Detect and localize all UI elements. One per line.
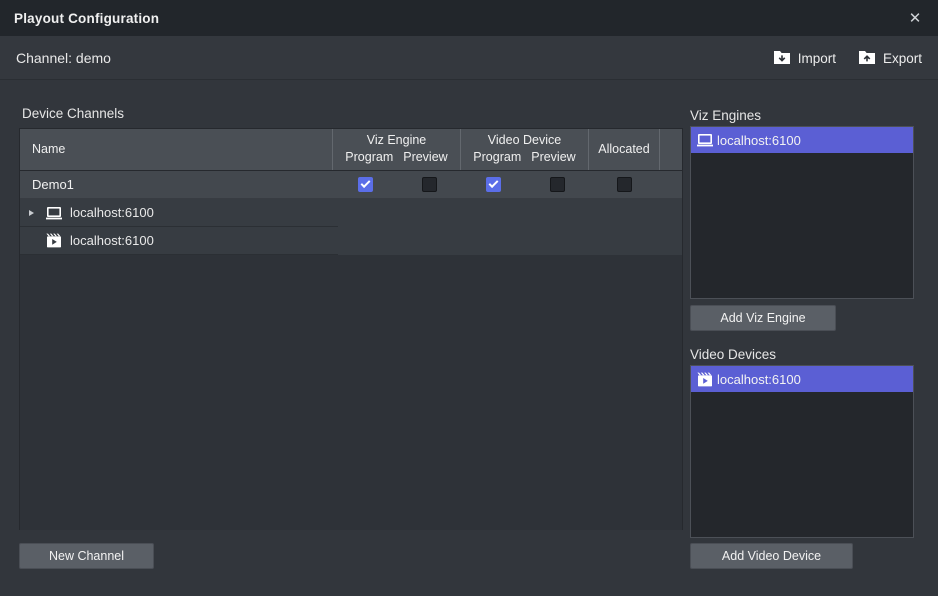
folder-import-icon — [773, 50, 791, 66]
column-header-viz-engine-preview: Preview — [403, 150, 447, 166]
import-button[interactable]: Import — [771, 48, 838, 68]
list-item-label: localhost:6100 — [717, 133, 801, 148]
checkbox-video-device-program[interactable] — [486, 177, 501, 192]
checkbox-video-device-preview[interactable] — [550, 177, 565, 192]
import-button-label: Import — [798, 51, 836, 66]
child-row-label: localhost:6100 — [70, 233, 154, 248]
export-button-label: Export — [883, 51, 922, 66]
window-titlebar: Playout Configuration ✕ — [0, 0, 938, 36]
channel-children: localhost:6100 localhost:6100 — [20, 199, 682, 255]
column-header-viz-engine[interactable]: Viz Engine Program Preview — [333, 129, 461, 170]
device-channels-table: Name Viz Engine Program Preview Video De… — [19, 128, 683, 530]
export-button[interactable]: Export — [856, 48, 924, 68]
column-header-spacer — [660, 129, 682, 170]
close-icon[interactable]: ✕ — [892, 0, 938, 36]
table-row[interactable]: localhost:6100 — [20, 199, 338, 227]
table-row[interactable]: Demo1 — [20, 171, 682, 199]
table-body: Demo1 — [20, 171, 682, 530]
add-video-device-button[interactable]: Add Video Device — [690, 543, 853, 569]
checkbox-viz-engine-preview[interactable] — [422, 177, 437, 192]
column-header-video-device-program: Program — [473, 150, 521, 166]
chevron-right-icon[interactable] — [20, 210, 42, 216]
channel-name-label: Channel: demo — [16, 50, 111, 66]
table-row[interactable]: localhost:6100 — [20, 227, 338, 255]
channel-row-name: Demo1 — [20, 177, 333, 192]
playout-configuration-dialog: Playout Configuration ✕ Channel: demo Im… — [0, 0, 938, 596]
video-device-clapperboard-icon — [42, 233, 66, 248]
checkbox-allocated[interactable] — [617, 177, 632, 192]
viz-engines-list[interactable]: localhost:6100 — [690, 126, 914, 299]
video-devices-list[interactable]: localhost:6100 — [690, 365, 914, 538]
cell-viz-engine-program — [333, 177, 397, 192]
checkbox-viz-engine-program[interactable] — [358, 177, 373, 192]
list-item[interactable]: localhost:6100 — [691, 366, 913, 392]
viz-engine-monitor-icon — [42, 206, 66, 220]
video-device-clapperboard-icon — [697, 372, 717, 387]
viz-engines-section-label: Viz Engines — [690, 108, 761, 123]
viz-engine-monitor-icon — [697, 133, 717, 147]
list-item-label: localhost:6100 — [717, 372, 801, 387]
cell-video-device-program — [461, 177, 525, 192]
column-header-video-device-title: Video Device — [488, 133, 561, 149]
add-viz-engine-button[interactable]: Add Viz Engine — [690, 305, 836, 331]
column-header-video-device[interactable]: Video Device Program Preview — [461, 129, 589, 170]
channel-header-bar: Channel: demo Import — [0, 36, 938, 80]
child-row-label: localhost:6100 — [70, 205, 154, 220]
table-header-row: Name Viz Engine Program Preview Video De… — [20, 129, 682, 171]
column-header-video-device-preview: Preview — [531, 150, 575, 166]
device-channels-section-label: Device Channels — [22, 106, 124, 121]
column-header-viz-engine-program: Program — [345, 150, 393, 166]
column-header-viz-engine-title: Viz Engine — [367, 133, 427, 149]
window-title: Playout Configuration — [14, 11, 159, 26]
list-item[interactable]: localhost:6100 — [691, 127, 913, 153]
cell-allocated — [589, 177, 660, 192]
new-channel-button[interactable]: New Channel — [19, 543, 154, 569]
cell-video-device-preview — [525, 177, 589, 192]
video-devices-section-label: Video Devices — [690, 347, 776, 362]
folder-export-icon — [858, 50, 876, 66]
column-header-name[interactable]: Name — [20, 129, 333, 170]
cell-viz-engine-preview — [397, 177, 461, 192]
column-header-allocated[interactable]: Allocated — [589, 129, 660, 170]
header-actions: Import Export — [771, 36, 924, 80]
